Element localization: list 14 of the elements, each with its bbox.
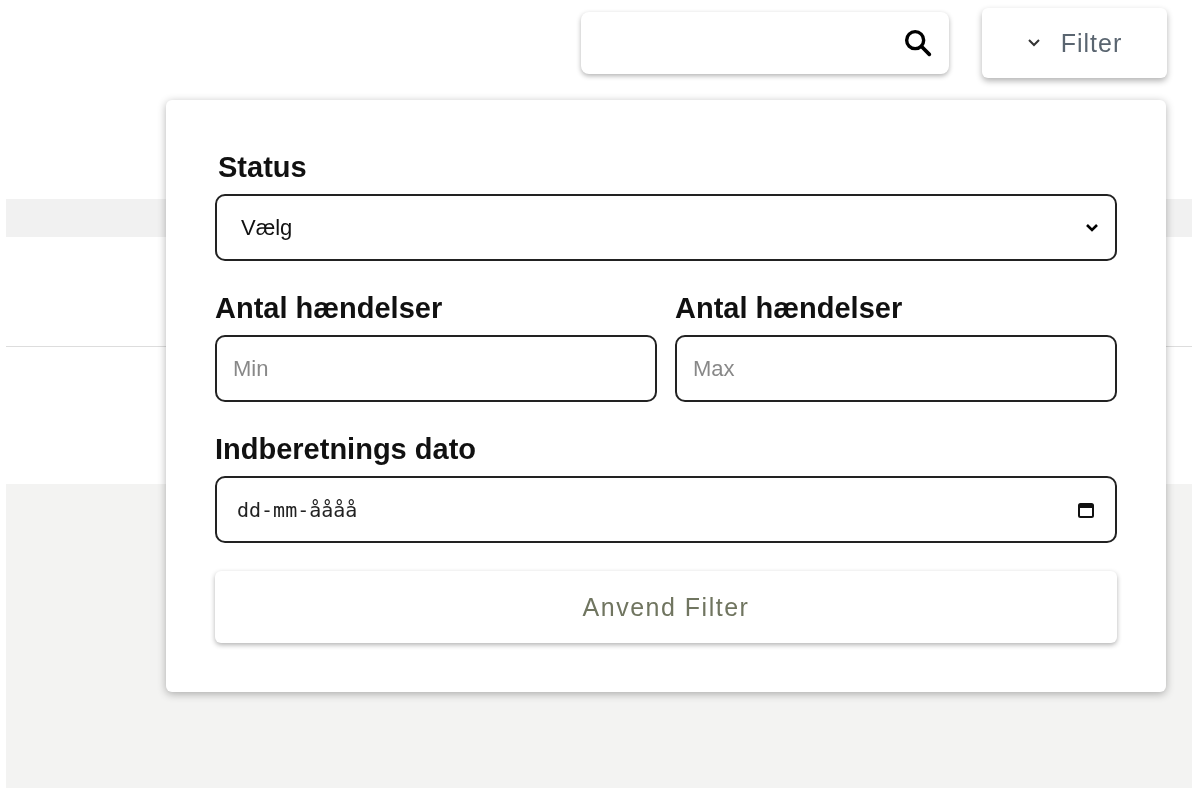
search-field[interactable] xyxy=(581,12,949,74)
chevron-icon xyxy=(1085,222,1099,233)
apply-filter-button[interactable]: Anvend Filter xyxy=(215,571,1117,643)
number-input[interactable]: Min xyxy=(215,335,657,402)
date-input[interactable]: dd-mm-åååå xyxy=(215,476,1117,543)
field-label: Status xyxy=(218,150,308,184)
filter-button[interactable]: Filter xyxy=(982,8,1167,78)
chevron-icon xyxy=(1026,38,1041,48)
field-label: Indberetnings dato xyxy=(215,432,477,466)
status-dropdown[interactable]: Vælg xyxy=(215,194,1117,261)
calendar-icon xyxy=(1077,500,1095,519)
number-input[interactable]: Max xyxy=(675,335,1117,402)
field-label: Antal hændelser xyxy=(215,291,444,325)
field-label: Antal hændelser xyxy=(675,291,904,325)
